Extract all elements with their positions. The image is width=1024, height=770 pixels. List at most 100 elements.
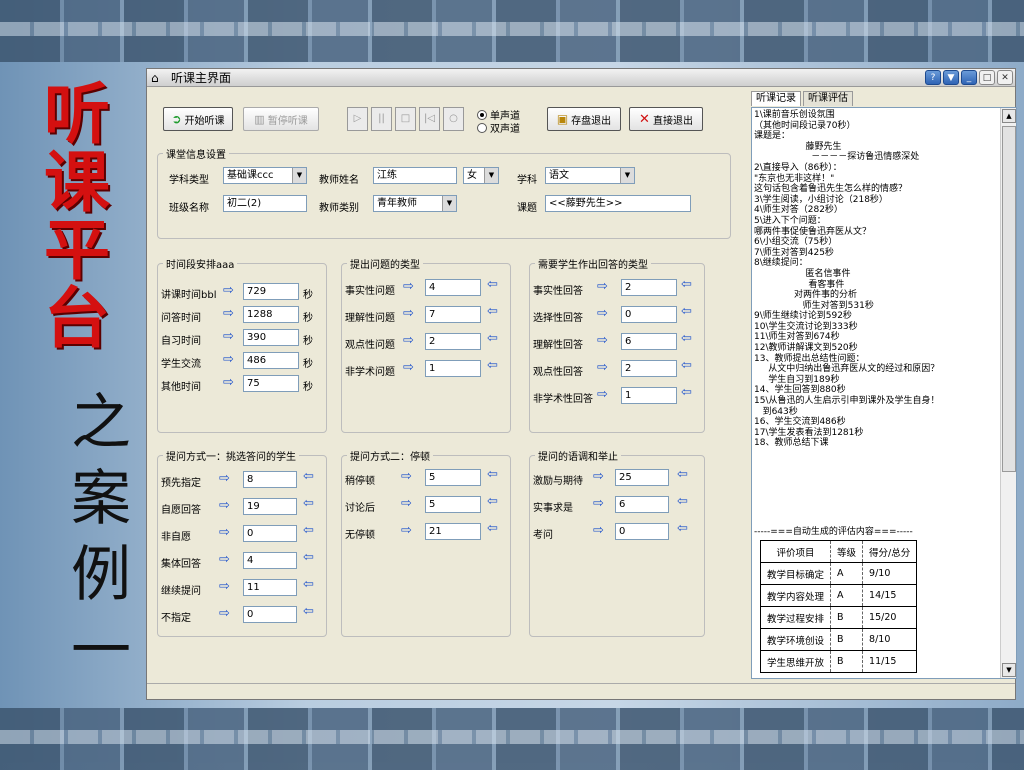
value-input[interactable]: 8	[243, 471, 297, 488]
media-rewind-button[interactable]: |◁	[419, 107, 440, 131]
arrow-right-icon[interactable]: ⇨	[403, 334, 414, 348]
scroll-up-icon[interactable]: ▲	[1002, 109, 1016, 123]
arrow-right-icon[interactable]: ⇨	[597, 388, 608, 402]
value-input[interactable]: 0	[615, 523, 669, 540]
arrow-right-icon[interactable]: ⇨	[223, 284, 234, 298]
arrow-left-icon[interactable]: ⇦	[487, 305, 498, 319]
arrow-left-icon[interactable]: ⇦	[681, 305, 692, 319]
maximize-button[interactable]: □	[979, 70, 995, 85]
arrow-right-icon[interactable]: ⇨	[593, 497, 604, 511]
value-input[interactable]: 75	[243, 375, 299, 392]
arrow-left-icon[interactable]: ⇦	[303, 551, 314, 565]
value-input[interactable]: 25	[615, 469, 669, 486]
value-input[interactable]: 2	[621, 279, 677, 296]
arrow-left-icon[interactable]: ⇦	[303, 497, 314, 511]
value-input[interactable]: 0	[621, 306, 677, 323]
subject-select[interactable]: 语文 ▼	[545, 167, 635, 184]
scroll-down-icon[interactable]: ▼	[1002, 663, 1016, 677]
value-input[interactable]: 11	[243, 579, 297, 596]
direct-exit-button[interactable]: ✕ 直接退出	[629, 107, 703, 131]
arrow-left-icon[interactable]: ⇦	[487, 278, 498, 292]
class-name-input[interactable]: 初二(2)	[223, 195, 307, 212]
arrow-left-icon[interactable]: ⇦	[487, 359, 498, 373]
save-exit-button[interactable]: ▣ 存盘退出	[547, 107, 621, 131]
arrow-left-icon[interactable]: ⇦	[677, 468, 688, 482]
arrow-left-icon[interactable]: ⇦	[677, 495, 688, 509]
arrow-right-icon[interactable]: ⇨	[597, 334, 608, 348]
arrow-left-icon[interactable]: ⇦	[681, 332, 692, 346]
gender-select[interactable]: 女 ▼	[463, 167, 499, 184]
arrow-left-icon[interactable]: ⇦	[487, 332, 498, 346]
arrow-right-icon[interactable]: ⇨	[223, 330, 234, 344]
arrow-left-icon[interactable]: ⇦	[681, 386, 692, 400]
value-input[interactable]: 2	[621, 360, 677, 377]
arrow-right-icon[interactable]: ⇨	[403, 307, 414, 321]
value-input[interactable]: 0	[243, 525, 297, 542]
scroll-thumb[interactable]	[1002, 126, 1016, 472]
help-button[interactable]: ?	[925, 70, 941, 85]
arrow-right-icon[interactable]: ⇨	[219, 472, 230, 486]
pause-listening-button[interactable]: ▥ 暂停听课	[243, 107, 319, 131]
value-input[interactable]: 2	[425, 333, 481, 350]
value-input[interactable]: 1	[425, 360, 481, 377]
arrow-right-icon[interactable]: ⇨	[219, 553, 230, 567]
arrow-right-icon[interactable]: ⇨	[593, 470, 604, 484]
value-input[interactable]: 5	[425, 496, 481, 513]
arrow-right-icon[interactable]: ⇨	[597, 361, 608, 375]
arrow-right-icon[interactable]: ⇨	[223, 376, 234, 390]
arrow-right-icon[interactable]: ⇨	[401, 497, 412, 511]
value-input[interactable]: 1	[621, 387, 677, 404]
subject-type-select[interactable]: 基础课ccc ▼	[223, 167, 307, 184]
arrow-left-icon[interactable]: ⇦	[681, 278, 692, 292]
arrow-left-icon[interactable]: ⇦	[681, 359, 692, 373]
arrow-right-icon[interactable]: ⇨	[597, 307, 608, 321]
value-input[interactable]: 486	[243, 352, 299, 369]
tab-listen-eval[interactable]: 听课评估	[803, 91, 853, 106]
arrow-right-icon[interactable]: ⇨	[401, 524, 412, 538]
media-play-button[interactable]: ▷	[347, 107, 368, 131]
close-button[interactable]: ✕	[997, 70, 1013, 85]
teacher-type-select[interactable]: 青年教师 ▼	[373, 195, 457, 212]
tab-listen-record[interactable]: 听课记录	[751, 91, 801, 106]
arrow-right-icon[interactable]: ⇨	[219, 607, 230, 621]
value-input[interactable]: 0	[243, 606, 297, 623]
stereo-radio[interactable]: 双声道	[477, 120, 520, 135]
arrow-right-icon[interactable]: ⇨	[219, 526, 230, 540]
value-input[interactable]: 4	[243, 552, 297, 569]
arrow-left-icon[interactable]: ⇦	[677, 522, 688, 536]
dropdown-button[interactable]: ▼	[943, 70, 959, 85]
arrow-right-icon[interactable]: ⇨	[219, 580, 230, 594]
arrow-right-icon[interactable]: ⇨	[403, 361, 414, 375]
teacher-name-input[interactable]: 江练	[373, 167, 457, 184]
media-record-button[interactable]: ○	[443, 107, 464, 131]
value-input[interactable]: 1288	[243, 306, 299, 323]
value-input[interactable]: 6	[615, 496, 669, 513]
value-input[interactable]: 7	[425, 306, 481, 323]
arrow-right-icon[interactable]: ⇨	[593, 524, 604, 538]
arrow-right-icon[interactable]: ⇨	[219, 499, 230, 513]
start-listening-button[interactable]: ➲ 开始听课	[163, 107, 233, 131]
arrow-right-icon[interactable]: ⇨	[401, 470, 412, 484]
arrow-right-icon[interactable]: ⇨	[223, 353, 234, 367]
media-pause-button[interactable]: ||	[371, 107, 392, 131]
arrow-left-icon[interactable]: ⇦	[487, 468, 498, 482]
arrow-right-icon[interactable]: ⇨	[223, 307, 234, 321]
value-input[interactable]: 6	[621, 333, 677, 350]
topic-input[interactable]: <<藤野先生>>	[545, 195, 691, 212]
value-input[interactable]: 729	[243, 283, 299, 300]
value-input[interactable]: 5	[425, 469, 481, 486]
arrow-left-icon[interactable]: ⇦	[303, 470, 314, 484]
log-textarea[interactable]: 1\课前音乐创设氛围 （其他时间段记录70秒） 课题是： 藤野先生 －－－－探访鲁迅…	[751, 107, 1017, 679]
value-input[interactable]: 390	[243, 329, 299, 346]
value-input[interactable]: 19	[243, 498, 297, 515]
media-stop-button[interactable]: □	[395, 107, 416, 131]
arrow-left-icon[interactable]: ⇦	[303, 524, 314, 538]
minimize-button[interactable]: _	[961, 70, 977, 85]
arrow-left-icon[interactable]: ⇦	[487, 522, 498, 536]
value-input[interactable]: 21	[425, 523, 481, 540]
value-input[interactable]: 4	[425, 279, 481, 296]
arrow-right-icon[interactable]: ⇨	[403, 280, 414, 294]
arrow-left-icon[interactable]: ⇦	[303, 578, 314, 592]
arrow-left-icon[interactable]: ⇦	[487, 495, 498, 509]
arrow-left-icon[interactable]: ⇦	[303, 605, 314, 619]
